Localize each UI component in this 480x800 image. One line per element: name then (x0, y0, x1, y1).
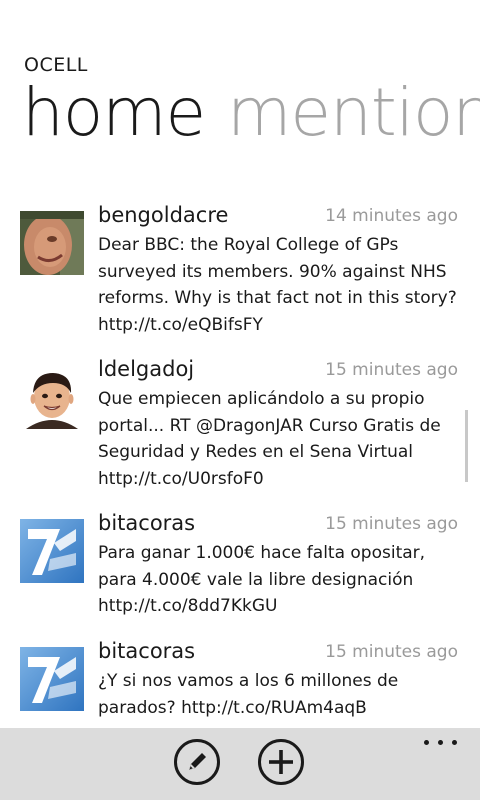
more-dot (438, 740, 443, 745)
screen: OCELL home mention bengoldacre 14 minutes… (0, 0, 480, 800)
tweet-feed[interactable]: bengoldacre 14 minutes ago Dear BBC: the… (0, 200, 480, 728)
tweet-timestamp: 15 minutes ago (325, 642, 458, 662)
tweet-item[interactable]: bitacoras 15 minutes ago ¿Y si nos vamos… (0, 636, 480, 728)
tweet-item[interactable]: bitacoras 15 minutes ago Para ganar 1.00… (0, 508, 480, 636)
more-dot (424, 740, 429, 745)
tweet-text: Dear BBC: the Royal College of GPs surve… (98, 235, 457, 335)
bitacoras-logo-icon[interactable] (20, 519, 84, 583)
tweet-text: Que empiecen aplicándolo a su propio por… (98, 389, 441, 489)
tweet-timestamp: 15 minutes ago (325, 514, 458, 534)
pivot-item-mention[interactable]: mention (227, 74, 480, 151)
tweet-text: Para ganar 1.000€ hace falta opositar, p… (98, 543, 426, 616)
tweet-item[interactable]: bengoldacre 14 minutes ago Dear BBC: the… (0, 200, 480, 354)
more-options-icon[interactable] (422, 730, 462, 758)
add-button[interactable] (257, 738, 305, 786)
app-title: OCELL (24, 54, 88, 76)
tweet-timestamp: 15 minutes ago (325, 360, 458, 380)
compose-button[interactable] (173, 738, 221, 786)
tweet-content: bitacoras 15 minutes ago Para ganar 1.00… (98, 510, 464, 620)
compose-icon (174, 739, 220, 785)
tweet-text: ¿Y si nos vamos a los 6 millones de para… (98, 671, 399, 718)
tweet-item[interactable]: ldelgadoj 15 minutes ago Que empiecen ap… (0, 354, 480, 508)
bitacoras-logo-icon[interactable] (20, 647, 84, 711)
tweet-content: bengoldacre 14 minutes ago Dear BBC: the… (98, 202, 464, 338)
app-bar (0, 728, 480, 800)
scroll-indicator[interactable] (465, 410, 468, 482)
tweet-content: bitacoras 15 minutes ago ¿Y si nos vamos… (98, 638, 464, 721)
pivot-header: home mention (22, 80, 480, 146)
add-icon (258, 739, 304, 785)
profile-photo-icon[interactable] (20, 211, 84, 275)
tweet-timestamp: 14 minutes ago (325, 206, 458, 226)
cartoon-avatar-icon[interactable] (20, 365, 84, 429)
more-dot (452, 740, 457, 745)
pivot-item-home[interactable]: home (22, 74, 206, 151)
tweet-content: ldelgadoj 15 minutes ago Que empiecen ap… (98, 356, 464, 492)
